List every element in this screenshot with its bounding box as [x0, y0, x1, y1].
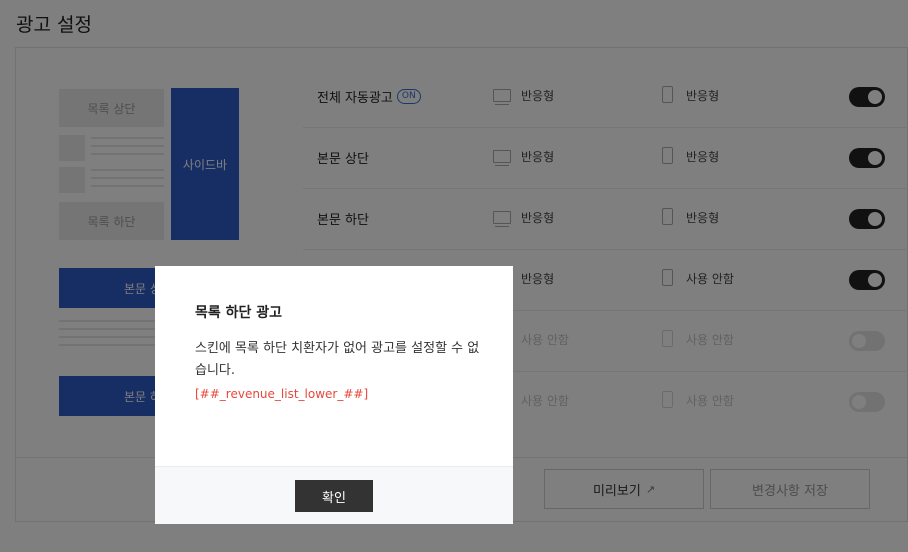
alert-dialog: 목록 하단 광고 스킨에 목록 하단 치환자가 없어 광고를 설정할 수 없습니…: [155, 266, 513, 524]
dialog-message: 스킨에 목록 하단 치환자가 없어 광고를 설정할 수 없습니다.: [195, 341, 480, 378]
dialog-title: 목록 하단 광고: [195, 305, 283, 321]
dialog-footer: 확인: [155, 466, 513, 524]
confirm-button[interactable]: 확인: [295, 480, 373, 512]
dialog-placeholder-code: [##_revenue_list_lower_##]: [195, 387, 369, 401]
